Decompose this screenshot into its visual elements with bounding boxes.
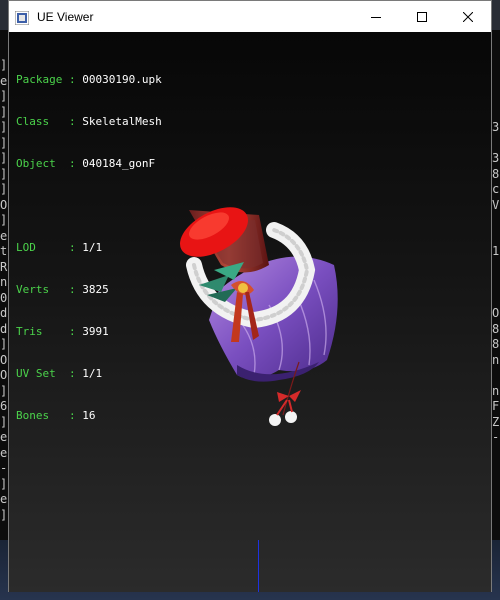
minimize-button[interactable]	[353, 1, 399, 32]
skeletal-mesh-render	[180, 207, 338, 426]
3d-viewport[interactable]: Package : 00030190.upk Class : SkeletalM…	[9, 32, 491, 592]
verts-value: 3825	[82, 283, 109, 296]
lod-value: 1/1	[82, 241, 103, 254]
app-icon	[14, 10, 30, 25]
tris-value: 3991	[82, 325, 109, 338]
window-title: UE Viewer	[37, 9, 94, 24]
info-class: Class : SkeletalMesh	[16, 115, 162, 128]
maximize-button[interactable]	[399, 1, 445, 32]
ue-viewer-window: UE Viewer Package : 00030190.upk Class :…	[8, 0, 492, 592]
bones-value: 16	[82, 409, 96, 422]
close-button[interactable]	[445, 1, 491, 32]
mesh-info-panel: Package : 00030190.upk Class : SkeletalM…	[16, 45, 162, 451]
info-tris: Tris : 3991	[16, 325, 109, 338]
info-lod: LOD : 1/1	[16, 241, 103, 254]
info-package: Package : 00030190.upk	[16, 73, 162, 86]
title-bar[interactable]: UE Viewer	[9, 1, 491, 32]
caption-buttons	[353, 1, 491, 32]
package-value: 00030190.upk	[82, 73, 162, 86]
info-object: Object : 040184_gonF	[16, 157, 156, 170]
maximize-icon	[417, 11, 427, 22]
class-value: SkeletalMesh	[82, 115, 162, 128]
info-verts: Verts : 3825	[16, 283, 109, 296]
background-console-right: 3 3 8 c V 1 O 8 8 n n F Z -	[491, 30, 500, 600]
info-uvset: UV Set : 1/1	[16, 367, 103, 380]
close-icon	[463, 11, 473, 22]
minimize-icon	[371, 16, 381, 18]
object-value: 040184_gonF	[82, 157, 156, 170]
uvset-value: 1/1	[82, 367, 103, 380]
info-bones: Bones : 16	[16, 409, 96, 422]
axis-line	[258, 540, 259, 592]
